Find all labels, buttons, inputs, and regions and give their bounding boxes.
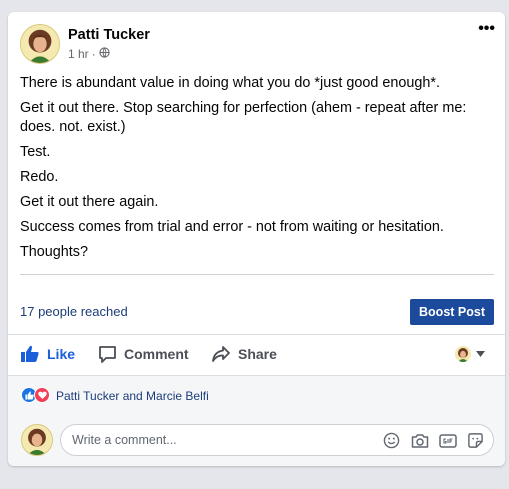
post-header: Patti Tucker 1 hr · ••• [8, 12, 505, 74]
post-paragraph: There is abundant value in doing what yo… [20, 75, 441, 91]
share-label: Share [238, 346, 277, 362]
content-divider [20, 274, 494, 275]
like-button[interactable]: Like [20, 345, 75, 363]
gif-icon[interactable] [438, 431, 457, 450]
camera-icon[interactable] [410, 431, 429, 450]
thumbs-up-icon [21, 345, 39, 362]
emoji-icon[interactable] [382, 431, 401, 450]
love-reaction-icon [34, 387, 50, 403]
boost-post-button[interactable]: Boost Post [410, 299, 494, 325]
post-paragraph: Success comes from trial and error - not… [20, 219, 444, 235]
comment-input-wrapper [60, 424, 494, 456]
actions-divider-top [8, 334, 505, 335]
comment-label: Comment [124, 346, 189, 362]
post-paragraph: Thoughts? [20, 244, 89, 260]
sticker-icon[interactable] [466, 431, 485, 450]
post-time[interactable]: 1 hr [68, 47, 89, 61]
react-as-selector[interactable] [455, 346, 485, 362]
action-bar: Like Comment Share [8, 336, 505, 374]
post-card: Patti Tucker 1 hr · ••• There is abundan… [8, 12, 505, 466]
reaction-icons[interactable] [21, 387, 50, 403]
meta-separator: · [91, 47, 96, 61]
commenter-avatar[interactable] [21, 424, 53, 456]
speech-bubble-icon [99, 346, 116, 363]
reactions-summary: Patti Tucker and Marcie Belfi [8, 376, 505, 414]
profile-mini-avatar [455, 346, 471, 362]
post-paragraph: Get it out there. Stop searching for per… [20, 100, 467, 135]
author-avatar-image [21, 25, 59, 63]
comment-composer [8, 414, 505, 466]
more-options-icon[interactable]: ••• [478, 21, 495, 37]
caret-down-icon [476, 351, 485, 357]
reach-count[interactable]: 17 people reached [20, 304, 128, 319]
author-avatar[interactable] [20, 24, 60, 64]
post-paragraph: Get it out there again. [20, 194, 159, 210]
post-meta: 1 hr · [68, 47, 110, 61]
comment-button[interactable]: Comment [98, 345, 189, 363]
author-name[interactable]: Patti Tucker [68, 27, 150, 43]
like-label: Like [47, 346, 76, 362]
post-paragraph: Redo. [20, 169, 59, 185]
comment-tools [382, 431, 485, 450]
globe-icon[interactable] [99, 47, 110, 61]
comment-input[interactable] [72, 433, 372, 447]
post-text: There is abundant value in doing what yo… [20, 74, 498, 268]
reactors-names[interactable]: Patti Tucker and Marcie Belfi [56, 389, 209, 403]
share-arrow-icon [212, 346, 230, 362]
post-paragraph: Test. [20, 144, 51, 160]
share-button[interactable]: Share [211, 345, 277, 363]
